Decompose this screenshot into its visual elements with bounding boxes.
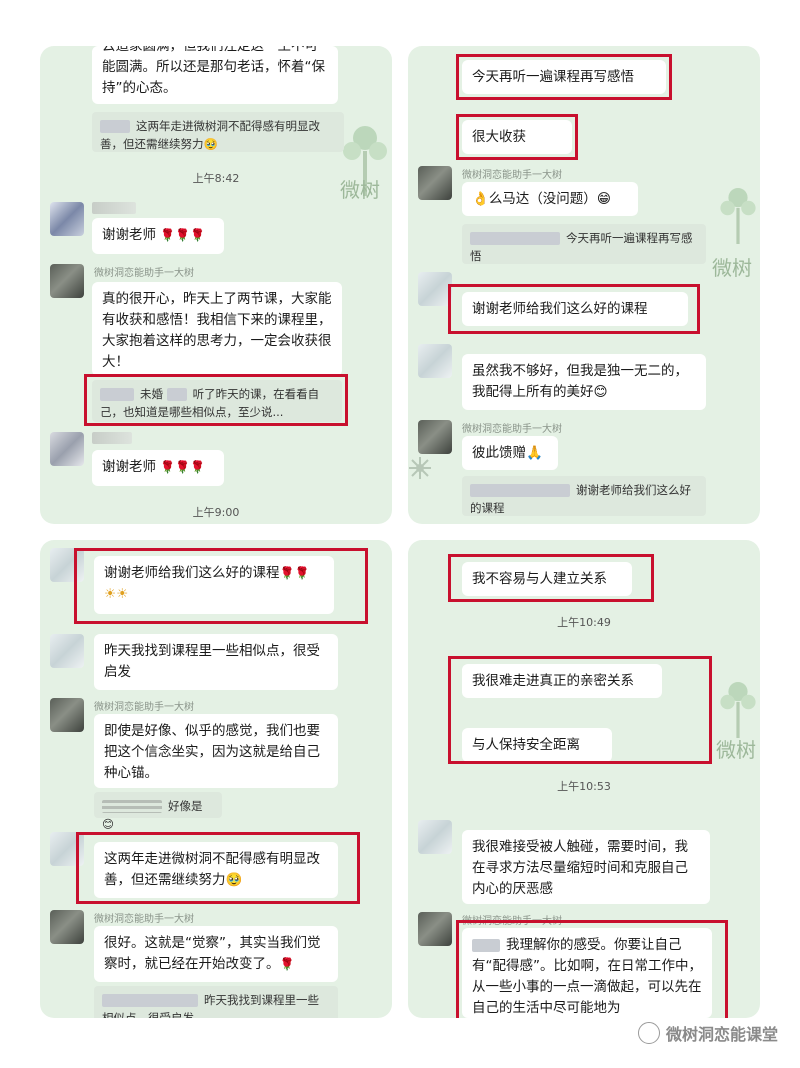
message-bubble: 谢谢老师 🌹🌹🌹 xyxy=(92,218,224,254)
rose-icon: 🌹🌹🌹 xyxy=(160,228,206,242)
message-bubble: 即使是好像、似乎的感觉，我们也要把这个信念坐实，因为这就是给自己种心锚。 xyxy=(94,714,338,788)
quoted-message[interactable]: 谢谢老师给我们这么好的课程 xyxy=(462,476,706,516)
rose-icon: 🌹 xyxy=(279,957,295,971)
tree-decoration-icon xyxy=(720,188,756,244)
quoted-message[interactable]: 昨天我找到课程里一些相似点，很受启发 xyxy=(94,986,338,1018)
sender-name: 微树洞恋能助手一大树 xyxy=(94,268,194,279)
avatar[interactable] xyxy=(418,344,452,378)
assistant-avatar[interactable] xyxy=(50,910,84,944)
message-text: 谢谢老师 xyxy=(102,459,156,475)
blurred-name xyxy=(102,800,162,813)
highlight-box xyxy=(456,114,578,160)
highlight-box xyxy=(448,284,700,334)
assistant-avatar[interactable] xyxy=(418,166,452,200)
message-bubble: 👌么马达（没问题）😁 xyxy=(462,182,638,216)
sender-name xyxy=(92,202,136,214)
message-bubble: 云造家圆满，但我们注定这一生不可能圆满。所以还是那句老话，怀着“保持”的心态。 xyxy=(92,46,338,104)
avatar[interactable] xyxy=(418,272,452,306)
avatar[interactable] xyxy=(50,432,84,466)
rose-icon: 🌹🌹🌹 xyxy=(160,460,206,474)
sender-name xyxy=(92,432,132,444)
timestamp: 上午10:49 xyxy=(557,616,611,629)
highlight-box xyxy=(84,374,348,426)
blurred-name xyxy=(102,994,198,1007)
message-text: 虽然我不够好，但我是独一无二的，我配得上所有的美好😊 xyxy=(472,363,688,400)
message-bubble: 很好。这就是“觉察”，其实当我们觉察时，就已经在开始改变了。🌹 xyxy=(94,926,338,982)
quoted-message[interactable]: 这两年走进微树洞不配得感有明显改善，但还需继续努力🥹 xyxy=(92,112,344,152)
message-bubble: 彼此馈赠🙏 xyxy=(462,436,558,470)
deco-brand-text: 微树 xyxy=(716,738,756,762)
sender-name: 微树洞恋能助手一大树 xyxy=(462,170,562,181)
highlight-box xyxy=(456,54,672,100)
avatar[interactable] xyxy=(50,202,84,236)
timestamp: 上午8:42 xyxy=(192,172,240,185)
message-bubble: 谢谢老师 🌹🌹🌹 xyxy=(92,450,224,486)
wechat-logo-icon xyxy=(637,1022,660,1044)
ok-hand-icon: 👌 xyxy=(472,191,489,207)
assistant-avatar[interactable] xyxy=(418,912,452,946)
message-bubble: 虽然我不够好，但我是独一无二的，我配得上所有的美好😊 xyxy=(462,354,706,410)
assistant-avatar[interactable] xyxy=(418,420,452,454)
assistant-avatar[interactable] xyxy=(50,698,84,732)
sender-name: 微树洞恋能助手一大树 xyxy=(94,702,194,713)
message-bubble: 我很难接受被人触碰，需要时间，我在寻求方法尽量缩短时间和克服自己内心的厌恶感 xyxy=(462,830,710,904)
quoted-message[interactable]: 今天再听一遍课程再写感悟 xyxy=(462,224,706,264)
highlight-box xyxy=(76,832,360,904)
blurred-name xyxy=(100,120,130,133)
message-text: 即使是好像、似乎的感觉，我们也要把这个信念坐实，因为这就是给自己种心锚。 xyxy=(104,723,320,781)
deco-brand-text: 微树 xyxy=(340,178,380,202)
chat-panel-2: 微树 今天再听一遍课程再写感悟 很大收获 微树洞恋能助手一大树 👌么马达（没问题… xyxy=(408,46,760,524)
message-bubble: 真的很开心，昨天上了两节课，大家能有收获和感悟！我相信下来的课程里，大家抱着这样… xyxy=(92,282,342,376)
blurred-name xyxy=(470,484,570,497)
flower-decoration-icon xyxy=(409,457,431,479)
grin-icon: 😁 xyxy=(596,191,611,207)
sender-name: 微树洞恋能助手一大树 xyxy=(462,424,562,435)
highlight-box xyxy=(448,554,654,602)
timestamp: 上午9:00 xyxy=(192,506,240,519)
chat-panel-4: 微树 我不容易与人建立关系 上午10:49 我很难走进真正的亲密关系 与人保持安… xyxy=(408,540,760,1018)
avatar[interactable] xyxy=(50,634,84,668)
watermark: 微树洞恋能课堂 xyxy=(637,1020,778,1046)
blurred-name xyxy=(470,232,560,245)
message-text: 昨天我找到课程里一些相似点，很受启发 xyxy=(104,643,320,680)
sender-name: 微树洞恋能助手一大树 xyxy=(94,914,194,925)
deco-brand-text: 微树 xyxy=(712,256,752,280)
highlight-box xyxy=(456,920,728,1018)
highlight-box xyxy=(448,656,712,764)
message-text: 云造家圆满，但我们注定这一生不可能圆满。所以还是那句老话，怀着“保持”的心态。 xyxy=(102,46,325,96)
message-text: 彼此馈赠🙏 xyxy=(472,445,543,461)
chat-panel-3: 谢谢老师给我们这么好的课程🌹🌹 ☀☀ 昨天我找到课程里一些相似点，很受启发 微树… xyxy=(40,540,392,1018)
assistant-avatar[interactable] xyxy=(50,264,84,298)
watermark-text: 微树洞恋能课堂 xyxy=(665,1025,778,1044)
highlight-box xyxy=(74,548,368,624)
timestamp: 上午10:53 xyxy=(557,780,611,793)
chat-panel-1: 微树 云造家圆满，但我们注定这一生不可能圆满。所以还是那句老话，怀着“保持”的心… xyxy=(40,46,392,524)
message-text: 真的很开心，昨天上了两节课，大家能有收获和感悟！我相信下来的课程里，大家抱着这样… xyxy=(102,291,332,370)
quote-text: 这两年走进微树洞不配得感有明显改善，但还需继续努力🥹 xyxy=(100,119,320,151)
message-bubble: 昨天我找到课程里一些相似点，很受启发 xyxy=(94,634,338,690)
quoted-message[interactable]: 好像是😊 xyxy=(94,792,222,831)
message-text: 我很难接受被人触碰，需要时间，我在寻求方法尽量缩短时间和克服自己内心的厌恶感 xyxy=(472,839,688,897)
avatar[interactable] xyxy=(418,820,452,854)
message-text: 谢谢老师 xyxy=(102,227,156,243)
message-text: 么马达（没问题） xyxy=(488,191,597,207)
